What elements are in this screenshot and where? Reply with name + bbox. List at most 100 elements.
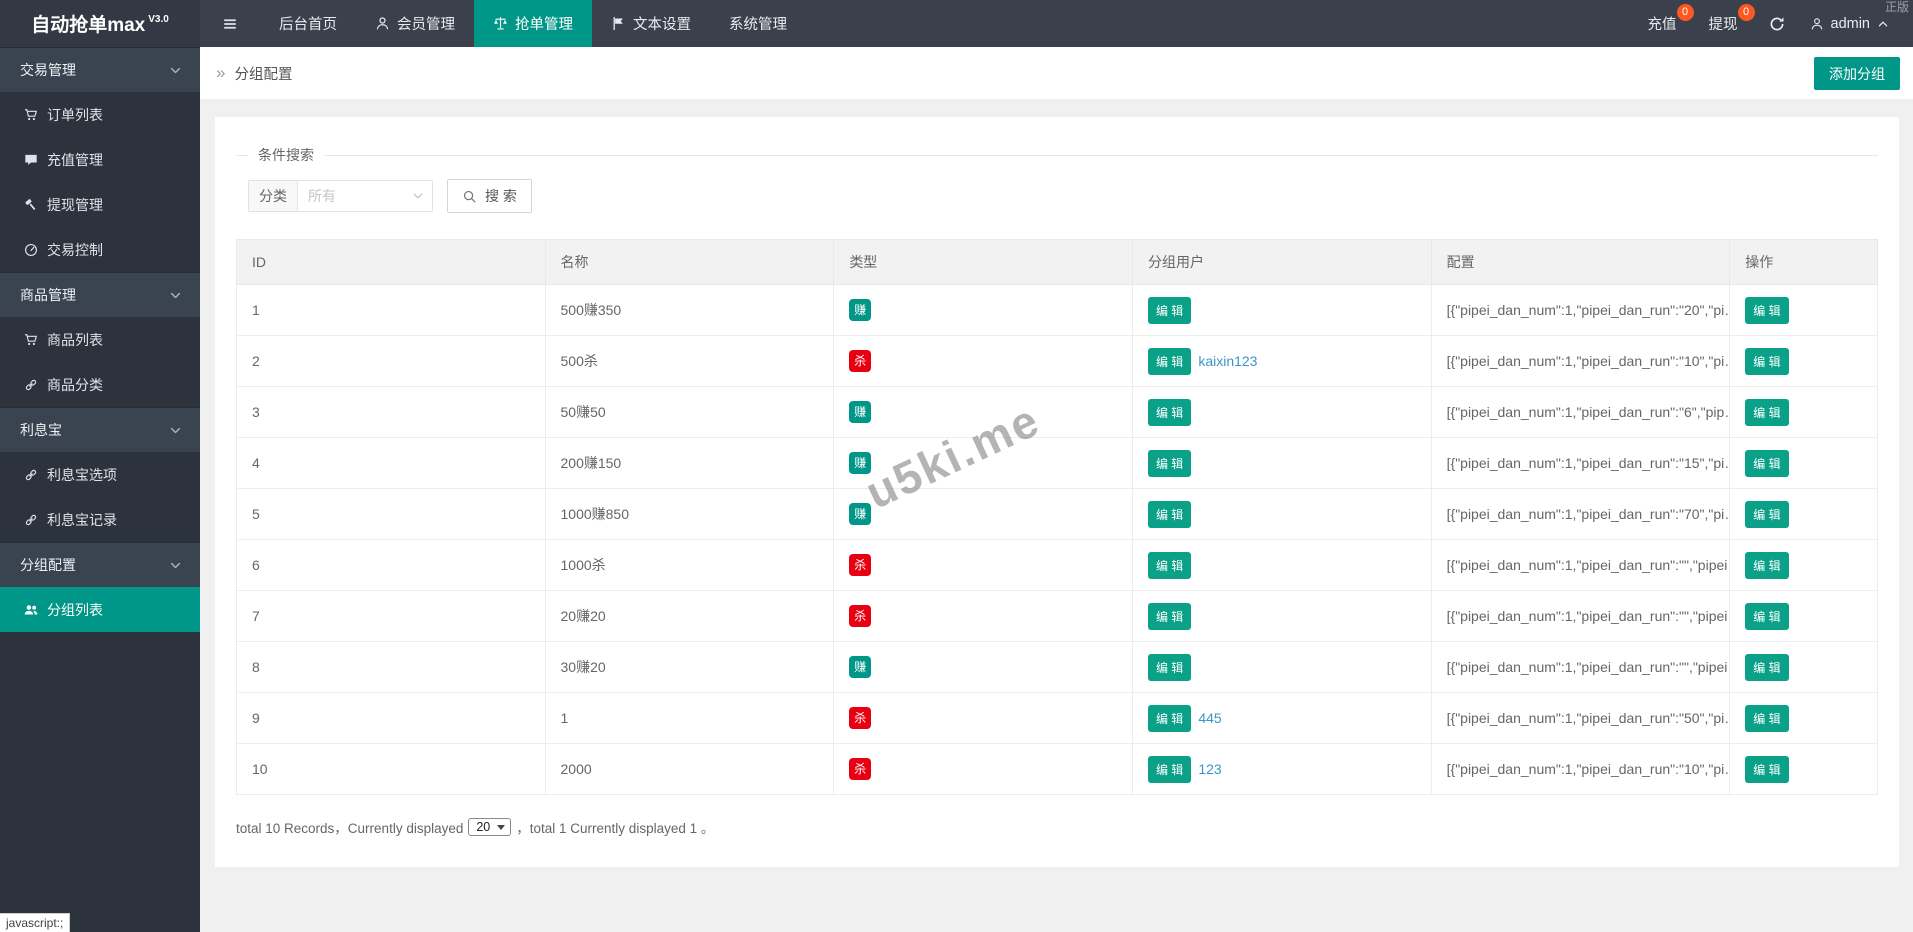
sidebar-item-interest-records[interactable]: 利息宝记录 (0, 497, 200, 542)
cell-action: 编 辑 (1729, 335, 1878, 387)
cell-id: 1 (236, 284, 546, 336)
sidebar-group-interest[interactable]: 利息宝 (0, 407, 200, 452)
row-edit-button[interactable]: 编 辑 (1745, 449, 1789, 477)
nav-item-home[interactable]: 后台首页 (260, 0, 356, 47)
user-icon (375, 16, 390, 31)
chevron-down-icon (169, 289, 182, 302)
chevron-down-icon (169, 424, 182, 437)
category-group: 分类 所有 (248, 180, 433, 212)
row-edit-button[interactable]: 编 辑 (1745, 704, 1789, 732)
cell-type: 杀 (833, 539, 1133, 591)
sidebar-item-recharge[interactable]: 充值管理 (0, 137, 200, 182)
cell-id: 6 (236, 539, 546, 591)
group-edit-button[interactable]: 编 辑 (1147, 704, 1192, 732)
groups-table: ID 名称 类型 分组用户 配置 操作 1 500赚350 赚 编 辑 [{"p (236, 239, 1878, 795)
cell-config: [{"pipei_dan_num":1,"pipei_dan_run":"10"… (1430, 335, 1731, 387)
search-row: 分类 所有 搜 索 (248, 179, 1878, 213)
sidebar-item-product-list[interactable]: 商品列表 (0, 317, 200, 362)
content: 条件搜索 分类 所有 搜 索 ID 名称 类型 分组用户 配置 操作 1 500… (200, 99, 1913, 932)
group-edit-button[interactable]: 编 辑 (1147, 551, 1192, 579)
cell-config: [{"pipei_dan_num":1,"pipei_dan_run":"15"… (1430, 437, 1731, 489)
row-edit-button[interactable]: 编 辑 (1745, 347, 1789, 375)
cell-id: 8 (236, 641, 546, 693)
cell-group-user: 编 辑 (1131, 437, 1432, 489)
row-edit-button[interactable]: 编 辑 (1745, 551, 1789, 579)
group-user-link[interactable]: 123 (1198, 761, 1221, 777)
sidebar-item-withdraw[interactable]: 提现管理 (0, 182, 200, 227)
sidebar-item-order-list[interactable]: 订单列表 (0, 92, 200, 137)
category-label: 分类 (249, 181, 298, 211)
refresh-icon (1769, 16, 1785, 32)
sidebar-item-product-category[interactable]: 商品分类 (0, 362, 200, 407)
table-row: 9 1 杀 编 辑 445 [{"pipei_dan_num":1,"pipei_… (236, 692, 1878, 744)
header-action: 操作 (1729, 239, 1878, 285)
cell-action: 编 辑 (1729, 284, 1878, 336)
cell-name: 500赚350 (544, 284, 835, 336)
comment-icon (24, 153, 38, 167)
row-edit-button[interactable]: 编 辑 (1745, 296, 1789, 324)
category-select-value: 所有 (308, 188, 336, 204)
cell-action: 编 辑 (1729, 641, 1878, 693)
nav-withdraw[interactable]: 提现 0 (1693, 0, 1755, 47)
cell-action: 编 辑 (1729, 590, 1878, 642)
nav-item-members[interactable]: 会员管理 (356, 0, 474, 47)
username: admin (1830, 15, 1871, 32)
cell-action: 编 辑 (1729, 692, 1878, 744)
category-select[interactable]: 所有 (298, 181, 432, 211)
nav-item-order-management[interactable]: 抢单管理 (474, 0, 592, 47)
search-button[interactable]: 搜 索 (447, 179, 532, 213)
cell-action: 编 辑 (1729, 488, 1878, 540)
sidebar-item-group-list[interactable]: 分组列表 (0, 587, 200, 632)
row-edit-button[interactable]: 编 辑 (1745, 602, 1789, 630)
page-size-select[interactable]: 20 (468, 818, 512, 836)
group-edit-button[interactable]: 编 辑 (1147, 755, 1192, 783)
sidebar-group-groups[interactable]: 分组配置 (0, 542, 200, 587)
cell-group-user: 编 辑 (1131, 488, 1432, 540)
nav-item-text-settings[interactable]: 文本设置 (592, 0, 710, 47)
breadcrumb-icon: » (216, 63, 226, 82)
group-user-link[interactable]: 445 (1198, 710, 1221, 726)
cell-type: 杀 (833, 743, 1133, 795)
cell-id: 9 (236, 692, 546, 744)
group-edit-button[interactable]: 编 辑 (1147, 500, 1192, 528)
cell-name: 1000杀 (544, 539, 835, 591)
group-edit-button[interactable]: 编 辑 (1147, 653, 1192, 681)
sidebar-group-trade[interactable]: 交易管理 (0, 47, 200, 92)
cell-name: 20赚20 (544, 590, 835, 642)
gauge-icon (24, 243, 38, 257)
group-edit-button[interactable]: 编 辑 (1147, 296, 1192, 324)
sidebar-group-products[interactable]: 商品管理 (0, 272, 200, 317)
row-edit-button[interactable]: 编 辑 (1745, 755, 1789, 783)
sidebar-item-interest-options[interactable]: 利息宝选项 (0, 452, 200, 497)
group-edit-button[interactable]: 编 辑 (1147, 449, 1192, 477)
cell-config: [{"pipei_dan_num":1,"pipei_dan_run":"","… (1430, 590, 1731, 642)
breadcrumb-bar: » 分组配置 添加分组 (200, 47, 1913, 99)
group-edit-button[interactable]: 编 辑 (1147, 347, 1192, 375)
footer-text-before: total 10 Records，Currently displayed (236, 821, 464, 836)
users-icon (24, 603, 38, 617)
table-row: 3 50赚50 赚 编 辑 [{"pipei_dan_num":1,"pipei… (236, 386, 1878, 438)
footer-text-after: ，total 1 Currently displayed 1 。 (516, 821, 715, 836)
row-edit-button[interactable]: 编 辑 (1745, 398, 1789, 426)
cart-icon (24, 333, 38, 347)
header-group-user: 分组用户 (1131, 239, 1432, 285)
app-title: 自动抢单max (31, 15, 146, 36)
cell-name: 500杀 (544, 335, 835, 387)
cell-id: 4 (236, 437, 546, 489)
cell-action: 编 辑 (1729, 386, 1878, 438)
row-edit-button[interactable]: 编 辑 (1745, 500, 1789, 528)
nav-item-system[interactable]: 系统管理 (710, 0, 806, 47)
cell-action: 编 辑 (1729, 437, 1878, 489)
group-edit-button[interactable]: 编 辑 (1147, 398, 1192, 426)
sidebar-item-trade-control[interactable]: 交易控制 (0, 227, 200, 272)
row-edit-button[interactable]: 编 辑 (1745, 653, 1789, 681)
group-edit-button[interactable]: 编 辑 (1147, 602, 1192, 630)
group-user-link[interactable]: kaixin123 (1198, 353, 1257, 369)
refresh-button[interactable] (1754, 0, 1800, 47)
add-group-button[interactable]: 添加分组 (1814, 57, 1900, 90)
top-navbar: 自动抢单max V3.0 后台首页 会员管理 抢单管理 文本设置 系统管理 充值 … (0, 0, 1913, 47)
nav-recharge[interactable]: 充值 0 (1632, 0, 1694, 47)
table-row: 8 30赚20 赚 编 辑 [{"pipei_dan_num":1,"pipei… (236, 641, 1878, 693)
cell-name: 200赚150 (544, 437, 835, 489)
hamburger-icon[interactable] (200, 0, 260, 47)
